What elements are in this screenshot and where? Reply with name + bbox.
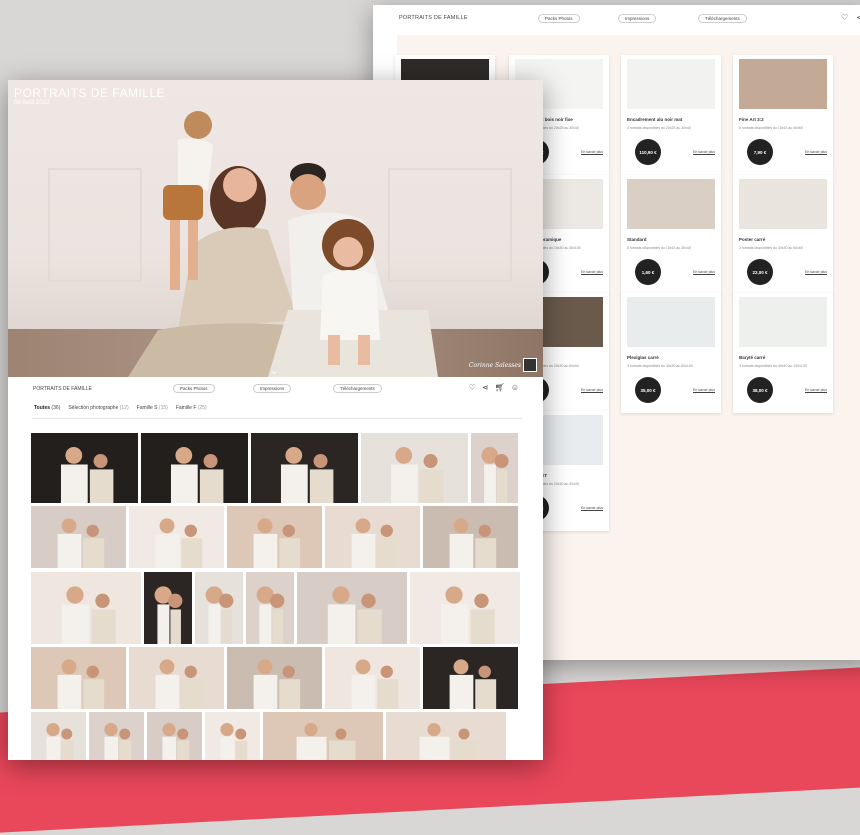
price-badge: 38,00 € [747, 377, 773, 403]
gallery-thumbnail[interactable] [251, 433, 358, 503]
product-formats: 4 formats disponibles du 20x25 au 30x40 [627, 126, 691, 130]
price-badge: 110,90 € [635, 139, 661, 165]
product-image [739, 297, 827, 347]
nav-impressions[interactable]: Impressions [618, 14, 657, 23]
gallery-thumbnail[interactable] [423, 506, 518, 568]
family-photo-illustration [128, 111, 438, 377]
gallery-thumbnail[interactable] [31, 712, 86, 760]
product-image [739, 59, 827, 109]
back-header: PORTRAITS DE FAMILLE Packs Photos Impres… [373, 5, 860, 33]
filter-selection[interactable]: Sélection photographe (12) [68, 405, 128, 411]
filter-famille-s[interactable]: Famille S (15) [137, 405, 168, 411]
product-image [627, 59, 715, 109]
nav-packs-photos[interactable]: Packs Photos [173, 384, 215, 393]
nav-gallery-title: PORTRAITS DE FAMILLE [33, 386, 92, 392]
product-name: Standard [627, 237, 647, 242]
learn-more-link[interactable]: En savoir plus [581, 506, 603, 510]
gallery-thumbnail[interactable] [89, 712, 144, 760]
photographer-logo [523, 358, 537, 372]
product-name: Fine Art 3:2 [739, 117, 764, 122]
product-name: Baryté carré [739, 355, 766, 360]
gallery-thumbnail[interactable] [325, 647, 420, 709]
back-gallery-title: PORTRAITS DE FAMILLE [399, 15, 468, 21]
learn-more-link[interactable]: En savoir plus [805, 270, 827, 274]
gallery-nav: PORTRAITS DE FAMILLE Packs Photos Impres… [8, 377, 543, 401]
chevron-down-icon[interactable]: ⌄ [270, 366, 278, 377]
gallery-thumbnail[interactable] [263, 712, 383, 760]
product-formats: 3 formats disponibles du 30x30 au 80x100 [627, 364, 693, 368]
product-image [627, 297, 715, 347]
product-card[interactable]: Fine Art 3:2 5 formats disponibles du 10x… [733, 55, 833, 175]
gallery-thumbnail[interactable] [129, 647, 224, 709]
gallery-thumbnail[interactable] [325, 506, 420, 568]
gallery-title: PORTRAITS DE FAMILLE [14, 86, 166, 100]
price-badge: 22,00 € [747, 259, 773, 285]
filter-toutes[interactable]: Toutes (36) [34, 405, 60, 411]
gallery-thumbnail[interactable] [31, 647, 126, 709]
product-formats: 3 formats disponibles du 30x30 au 60x60 [739, 246, 803, 250]
gallery-thumbnail[interactable] [205, 712, 260, 760]
learn-more-link[interactable]: En savoir plus [581, 270, 603, 274]
gallery-thumbnail[interactable] [471, 433, 518, 503]
user-icon[interactable]: ☺ [511, 383, 519, 392]
gallery-thumbnail[interactable] [246, 572, 294, 644]
gallery-thumbnail[interactable] [423, 647, 518, 709]
gallery-thumbnail[interactable] [410, 572, 520, 644]
heart-icon[interactable]: ♡ [841, 13, 848, 22]
learn-more-link[interactable]: En savoir plus [693, 150, 715, 154]
price-badge: 35,00 € [635, 377, 661, 403]
gallery-thumbnail[interactable] [195, 572, 243, 644]
gallery-thumbnail[interactable] [227, 506, 322, 568]
cover-photo: PORTRAITS DE FAMILLE 08 Août 2022 Corinn… [8, 80, 543, 377]
learn-more-link[interactable]: En savoir plus [581, 150, 603, 154]
product-card[interactable]: Baryté carré 3 formats disponibles du 40x… [733, 293, 833, 413]
product-image [627, 179, 715, 229]
gallery-thumbnail[interactable] [129, 506, 224, 568]
nav-telechargements[interactable]: Téléchargements [698, 14, 747, 23]
product-image [739, 179, 827, 229]
product-card[interactable]: Poster carré 3 formats disponibles du 30x… [733, 175, 833, 295]
share-icon[interactable]: ⋖ [856, 13, 860, 22]
share-icon[interactable]: ⋖ [482, 383, 489, 392]
gallery-thumbnail[interactable] [144, 572, 192, 644]
product-formats: 3 formats disponibles du 40x40 au 100x10… [739, 364, 807, 368]
product-name: Plexiglas carré [627, 355, 659, 360]
price-badge: 1,60 € [635, 259, 661, 285]
photographer-signature: Corinne Salesses [468, 362, 521, 369]
gallery-thumbnail[interactable] [147, 712, 202, 760]
product-card[interactable]: Plexiglas carré 3 formats disponibles du … [621, 293, 721, 413]
gallery-thumbnail[interactable] [361, 433, 468, 503]
gallery-window: PORTRAITS DE FAMILLE 08 Août 2022 Corinn… [8, 80, 543, 760]
product-formats: 5 formats disponibles du 10x15 au 30x45 [627, 246, 691, 250]
nav-telechargements[interactable]: Téléchargements [333, 384, 382, 393]
gallery-thumbnail[interactable] [297, 572, 407, 644]
nav-packs-photos[interactable]: Packs Photos [538, 14, 580, 23]
product-formats: 5 formats disponibles du 10x15 au 40x60 [739, 126, 803, 130]
album-filters: Toutes (36) Sélection photographe (12) F… [34, 405, 207, 411]
learn-more-link[interactable]: En savoir plus [805, 150, 827, 154]
gallery-thumbnail[interactable] [31, 572, 141, 644]
gallery-thumbnail[interactable] [227, 647, 322, 709]
product-card[interactable]: Standard 5 formats disponibles du 10x15 a… [621, 175, 721, 295]
cart-icon[interactable]: 🛒︎ [495, 383, 505, 392]
gallery-thumbnail[interactable] [141, 433, 248, 503]
learn-more-link[interactable]: En savoir plus [805, 388, 827, 392]
learn-more-link[interactable]: En savoir plus [581, 388, 603, 392]
product-card[interactable]: Encadrement alu noir mat 4 formats dispon… [621, 55, 721, 175]
heart-icon[interactable]: ♡ [469, 383, 476, 392]
filter-famille-f[interactable]: Famille F (25) [176, 405, 207, 411]
gallery-thumbnail[interactable] [31, 433, 138, 503]
gallery-date: 08 Août 2022 [14, 100, 50, 106]
learn-more-link[interactable]: En savoir plus [693, 270, 715, 274]
product-name: Encadrement alu noir mat [627, 117, 683, 122]
gallery-thumbnail[interactable] [31, 506, 126, 568]
price-badge: 7,90 € [747, 139, 773, 165]
product-name: Poster carré [739, 237, 766, 242]
gallery-thumbnail[interactable] [386, 712, 506, 760]
learn-more-link[interactable]: En savoir plus [693, 388, 715, 392]
nav-impressions[interactable]: Impressions [253, 384, 292, 393]
